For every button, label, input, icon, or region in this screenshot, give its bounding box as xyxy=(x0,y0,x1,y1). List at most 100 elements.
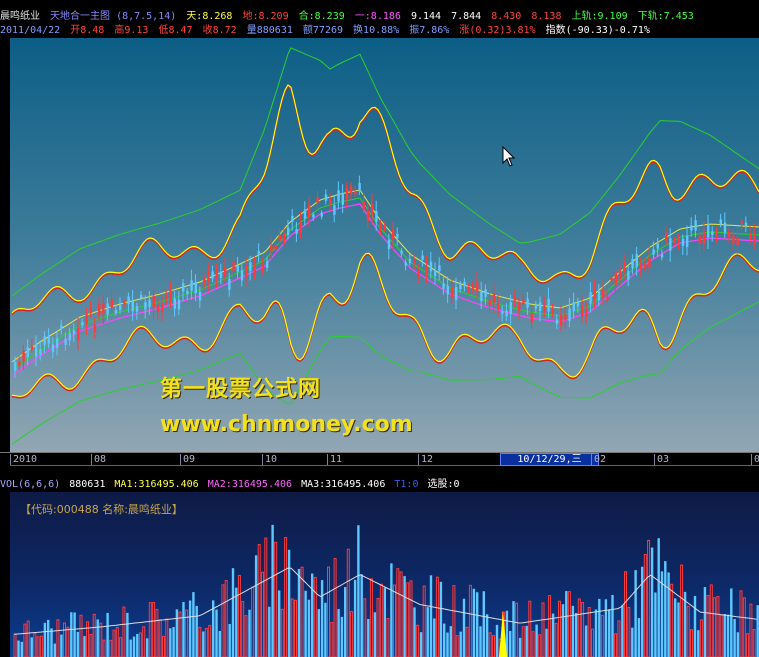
quote-turnover: 换10.88% xyxy=(353,25,400,36)
candlestick-body xyxy=(303,209,307,219)
stock-chart-window: 晨鸣纸业 天地合一主图 (8,7.5,14) 天:8.268 地:8.209 合… xyxy=(0,0,759,657)
candlestick-body xyxy=(337,190,340,202)
volume-bar xyxy=(446,632,449,657)
candlestick-body xyxy=(140,294,143,299)
quote-index: 指数(-90.33)-0.71% xyxy=(545,25,650,36)
volume-bar xyxy=(294,599,297,657)
vol-ma2: MA2:316495.406 xyxy=(207,479,293,490)
volume-bar xyxy=(561,604,565,657)
candlestick-body xyxy=(644,264,647,269)
volume-bar xyxy=(76,631,80,657)
volume-bar xyxy=(297,568,301,657)
volume-bar xyxy=(479,626,482,657)
vol-indicator-name[interactable]: VOL(6,6,6) xyxy=(0,479,60,490)
volume-bar xyxy=(284,537,288,657)
volume-bar xyxy=(690,629,693,657)
candlestick-body xyxy=(677,238,680,243)
candlestick-body xyxy=(505,310,508,317)
candlestick-body xyxy=(232,260,235,272)
candlestick-body xyxy=(345,187,349,199)
candlestick-body xyxy=(308,204,311,218)
volume-bar xyxy=(449,626,452,657)
volume-bar xyxy=(261,571,264,657)
formula-name[interactable]: 天地合一主图 xyxy=(50,11,110,22)
volume-bar xyxy=(311,573,314,657)
volume-bar xyxy=(340,616,344,657)
volume-bar xyxy=(674,598,677,657)
candlestick-body xyxy=(711,231,714,236)
volume-bar xyxy=(369,578,373,657)
volume-bar xyxy=(591,628,594,657)
volume-bar xyxy=(594,609,598,657)
volume-bar xyxy=(752,629,756,657)
volume-bar xyxy=(551,613,555,657)
volume-bar xyxy=(353,579,357,657)
candlestick-body xyxy=(652,249,655,255)
price-chart-panel[interactable]: 第一股票公式网 www.chnmoney.com xyxy=(0,38,759,452)
volume-bar xyxy=(654,592,657,657)
candlestick-body xyxy=(320,212,323,217)
moving-average-green xyxy=(11,197,759,371)
volume-bar xyxy=(650,547,654,657)
candlestick-body xyxy=(387,239,391,250)
volume-bar xyxy=(363,598,367,657)
volume-bar xyxy=(307,599,311,657)
volume-bar xyxy=(416,624,420,657)
candlestick-body xyxy=(606,296,609,301)
volume-bar xyxy=(472,588,476,657)
candlestick-body xyxy=(673,239,676,243)
candlestick-body xyxy=(14,362,17,371)
candlestick-body xyxy=(686,235,689,248)
volume-bar xyxy=(531,631,535,657)
volume-bar xyxy=(383,587,386,657)
candlestick-body xyxy=(207,270,210,282)
candlestick-body xyxy=(110,299,113,308)
volume-bar xyxy=(178,611,182,657)
candlestick-body xyxy=(639,263,643,269)
candlestick-body xyxy=(85,314,88,325)
candlestick-body xyxy=(631,259,634,269)
volume-bar xyxy=(337,609,340,657)
volume-bar xyxy=(198,626,202,657)
volume-bar xyxy=(558,600,561,657)
volume-bar xyxy=(577,598,581,657)
volume-bar xyxy=(17,640,20,657)
volume-bar xyxy=(379,583,383,657)
volume-bar xyxy=(465,626,469,657)
mouse-cursor-icon xyxy=(502,146,516,167)
volume-bar xyxy=(155,608,159,657)
date-tick: 02 xyxy=(591,454,606,465)
candlestick-body xyxy=(190,280,193,291)
candlestick-body xyxy=(219,271,223,278)
candlestick-body xyxy=(312,214,315,218)
volume-chart-panel[interactable]: 【代码:000488 名称:晨鸣纸业】 xyxy=(0,492,759,657)
volume-bar xyxy=(320,580,324,657)
volume-bar xyxy=(452,585,456,657)
value-upper: 上轨:9.109 xyxy=(571,11,628,22)
volume-bar xyxy=(693,596,697,657)
candlestick-body xyxy=(476,282,479,292)
volume-bar xyxy=(604,599,608,657)
quote-row: 2011/04/22 开8.48 高9.13 低8.47 收8.72 量8806… xyxy=(0,24,759,37)
candlestick-body xyxy=(522,299,525,304)
candlestick-body xyxy=(723,222,727,233)
volume-bar xyxy=(482,591,485,657)
candlestick-body xyxy=(156,304,160,313)
volume-bar xyxy=(13,633,17,657)
volume-bar xyxy=(79,614,83,657)
candlestick-body xyxy=(404,262,407,266)
volume-bar xyxy=(749,603,753,657)
candlestick-body xyxy=(568,308,571,321)
volume-bar xyxy=(459,631,462,657)
date-axis: 2010 08 09 10 11 12 10/12/29,三 02 03 0 xyxy=(0,452,759,479)
volume-bar xyxy=(244,615,248,657)
volume-bar xyxy=(488,632,492,657)
volume-bar xyxy=(545,628,548,657)
candlestick-body xyxy=(492,293,496,303)
volume-bar xyxy=(515,602,519,657)
candlestick-body xyxy=(173,298,176,309)
volume-bar xyxy=(60,634,63,657)
candlestick-body xyxy=(270,245,273,253)
volume-bar xyxy=(218,630,221,657)
volume-bar xyxy=(215,609,218,657)
